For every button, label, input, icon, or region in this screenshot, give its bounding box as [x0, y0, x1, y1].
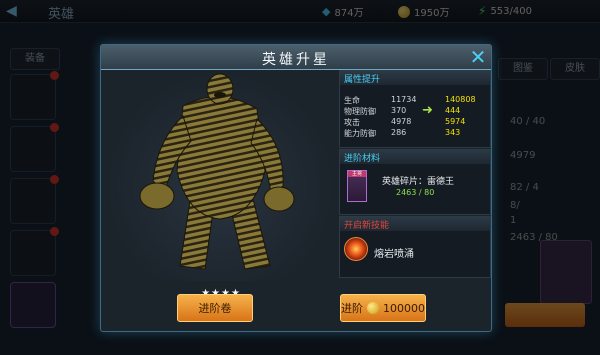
- new-skill-panel: 开启新技能 熔岩喷涌: [339, 216, 491, 278]
- hero-shard-icon[interactable]: 主将: [347, 170, 367, 202]
- bg-stat-line: 8/: [510, 200, 520, 211]
- stat-current: 11734: [391, 95, 417, 104]
- stat-label: 生命: [344, 96, 360, 105]
- lava-skill-icon[interactable]: [344, 237, 368, 261]
- alert-dot: [50, 123, 59, 132]
- materials-title: 进阶材料: [344, 154, 381, 164]
- tab-codex[interactable]: 图鉴: [498, 58, 548, 80]
- skill-name: 熔岩喷涌: [374, 249, 414, 260]
- gem-icon: ◆: [322, 5, 331, 18]
- dialog-title: 英雄升星: [262, 52, 330, 68]
- attributes-header: 属性提升: [340, 71, 490, 85]
- stat-current: 4978: [391, 117, 412, 126]
- stat-next: 5974: [445, 117, 466, 126]
- equipment-slot[interactable]: [10, 175, 59, 224]
- upgrade-arrow-icon: ➜: [422, 103, 433, 118]
- advance-button[interactable]: 进阶 100000: [340, 294, 426, 322]
- stat-next: 140808: [445, 95, 476, 104]
- advance-scroll-button[interactable]: 进阶卷: [177, 294, 253, 322]
- hero-card[interactable]: [540, 240, 592, 304]
- coin-icon: [398, 5, 410, 18]
- stat-label: 攻击: [344, 118, 360, 127]
- stat-row-physical-defense: 物理防御 370 444: [344, 106, 489, 116]
- alert-dot: [50, 71, 59, 80]
- bg-stat-line: 1: [510, 215, 517, 226]
- materials-header: 进阶材料: [340, 150, 490, 164]
- close-icon[interactable]: ✕: [469, 47, 487, 67]
- dialog-header: 英雄升星 ✕: [101, 45, 491, 70]
- gold-value: 1950万: [414, 8, 450, 19]
- stat-row-attack: 攻击 4978 5974: [344, 117, 489, 127]
- equipment-slot[interactable]: [10, 71, 59, 120]
- stat-current: 370: [391, 106, 407, 115]
- hero-monster-image: [139, 73, 295, 270]
- bg-action-button[interactable]: [505, 303, 585, 327]
- tab-skin[interactable]: 皮肤: [550, 58, 600, 80]
- tab-equipment[interactable]: 装备: [10, 48, 60, 70]
- materials-panel: 进阶材料 主将 英雄碎片：雷德王 2463 / 80: [339, 149, 491, 215]
- advance-cost: 100000: [383, 301, 425, 315]
- gold-counter: 1950万: [398, 4, 449, 19]
- top-bar: ◀ 英雄 ◆ 874万 1950万 ⚡ 553/400: [0, 0, 600, 23]
- stat-label: 物理防御: [344, 107, 376, 116]
- attributes-panel: 属性提升 生命 11734 140808 物理防御 370 444 攻击 497…: [339, 70, 491, 148]
- coin-icon: [367, 302, 379, 314]
- material-name: 英雄碎片：雷德王: [382, 177, 455, 187]
- skill-title: 开启新技能: [344, 221, 390, 231]
- gem-value: 874万: [334, 8, 364, 19]
- stat-row-hp: 生命 11734 140808: [344, 95, 489, 105]
- skill-header: 开启新技能: [340, 217, 490, 231]
- material-count: 2463 / 80: [396, 188, 435, 197]
- equipment-slot[interactable]: [10, 123, 59, 172]
- item-tag: 主将: [348, 171, 366, 177]
- stat-label: 能力防御: [344, 129, 376, 138]
- attributes-title: 属性提升: [344, 75, 381, 85]
- screen-title: 英雄: [48, 7, 75, 22]
- equipment-slot[interactable]: [10, 282, 56, 328]
- bg-stat-line: 40 / 40: [510, 116, 546, 127]
- equipment-slot[interactable]: [10, 227, 59, 276]
- advance-label: 进阶: [341, 302, 363, 315]
- stat-next: 444: [445, 106, 461, 115]
- stat-next: 343: [445, 128, 461, 137]
- energy-icon: ⚡: [478, 4, 487, 18]
- hero-star-up-dialog: 英雄升星 ✕ ★★★★: [100, 44, 492, 332]
- gem-counter: ◆ 874万: [322, 4, 364, 19]
- energy-value: 553/400: [490, 5, 532, 17]
- back-icon[interactable]: ◀: [6, 3, 17, 19]
- stat-current: 286: [391, 128, 407, 137]
- stat-row-ability-defense: 能力防御 286 343: [344, 128, 489, 138]
- bg-stat-line: 4979: [510, 150, 536, 161]
- alert-dot: [50, 175, 59, 184]
- energy-counter: ⚡ 553/400: [478, 4, 532, 18]
- hero-portrait: [105, 71, 335, 281]
- alert-dot: [50, 227, 59, 236]
- bg-stat-line: 82 / 4: [510, 182, 539, 193]
- advance-scroll-label: 进阶卷: [198, 302, 232, 315]
